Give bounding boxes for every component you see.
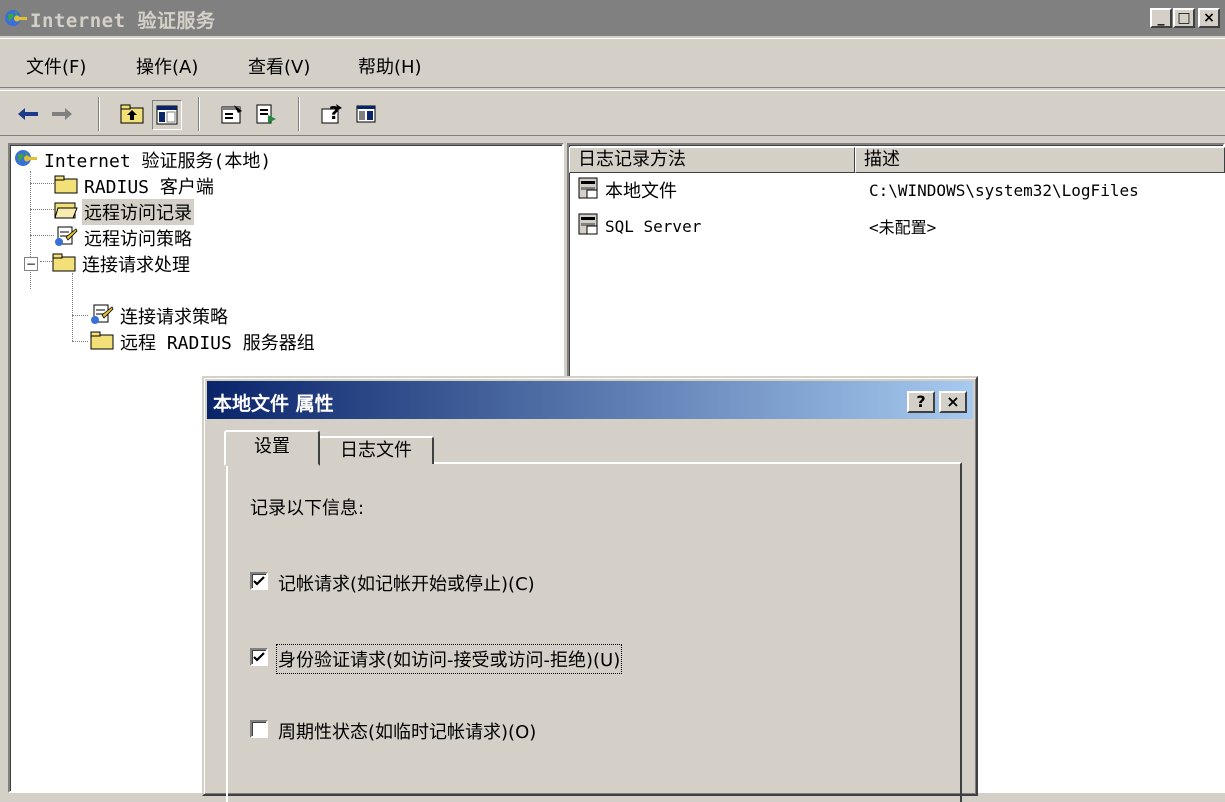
tree-item-remote-access-logging[interactable]: 远程访问记录	[54, 199, 194, 225]
tree-connector	[30, 183, 54, 185]
toolbar: ?	[0, 90, 1225, 136]
toolbar-separator	[298, 97, 300, 131]
folder-icon	[54, 174, 78, 199]
tree-item-label: 远程访问策略	[84, 229, 192, 250]
dialog-title: 本地文件 属性	[213, 393, 334, 415]
ias-globe-key-icon	[4, 7, 28, 34]
tree-item-label: 连接请求策略	[120, 307, 228, 328]
tree-connector	[72, 341, 88, 343]
tree-collapse-toggle[interactable]: −	[24, 257, 38, 271]
tree-item-label: 连接请求处理	[82, 255, 190, 276]
list-row-description: C:\WINDOWS\system32\LogFiles	[869, 180, 1139, 200]
show-hide-tree-icon[interactable]	[152, 100, 182, 130]
periodic-status-checkbox[interactable]	[250, 720, 268, 738]
policy-document-icon	[90, 303, 114, 330]
ias-globe-key-icon	[14, 147, 38, 174]
window-title: Internet 验证服务	[30, 10, 216, 32]
server-log-icon	[577, 212, 601, 241]
properties-dialog[interactable]: 本地文件 属性 ? × 设置 日志文件 记录以下信息: 记帐请求(如记帐开始或停…	[202, 376, 978, 802]
maximize-glyph: □	[1177, 10, 1191, 26]
menu-file[interactable]: 文件(F)	[26, 53, 86, 79]
tree-collapse-glyph: −	[25, 257, 37, 271]
open-folder-icon	[54, 200, 78, 225]
tree-connector	[72, 315, 88, 317]
periodic-status-label[interactable]: 周期性状态(如临时记帐请求)(O)	[278, 718, 536, 744]
tree-connector	[72, 273, 74, 341]
tree-item-label: 远程访问记录	[82, 199, 194, 225]
export-list-icon[interactable]	[252, 100, 280, 128]
tree-item-connection-request-policies[interactable]: 连接请求策略	[90, 303, 230, 329]
menu-action[interactable]: 操作(A)	[136, 53, 198, 79]
tree-item-radius-clients[interactable]: RADIUS 客户端	[54, 173, 216, 199]
column-header-label: 描述	[864, 149, 900, 170]
column-header-label: 日志记录方法	[578, 149, 686, 170]
action-pane-icon[interactable]	[352, 100, 380, 128]
accounting-requests-label[interactable]: 记帐请求(如记帐开始或停止)(C)	[278, 570, 535, 596]
dialog-help-button[interactable]: ?	[907, 391, 935, 413]
menu-view[interactable]: 查看(V)	[248, 53, 310, 79]
authentication-requests-checkbox[interactable]	[250, 648, 268, 666]
minimize-button[interactable]: _	[1150, 8, 1172, 28]
help-icon[interactable]: ?	[318, 100, 346, 128]
help-glyph: ?	[916, 392, 926, 411]
up-folder-icon[interactable]	[118, 100, 146, 128]
list-row-description: <未配置>	[869, 218, 937, 237]
tab-label: 日志文件	[340, 440, 412, 461]
tree-connector	[30, 209, 54, 211]
tree-item-label: 远程 RADIUS 服务器组	[120, 333, 315, 354]
minimize-glyph: _	[1157, 10, 1165, 26]
tree-item-remote-access-policies[interactable]: 远程访问策略	[54, 225, 194, 251]
forward-arrow-icon[interactable]	[48, 100, 76, 128]
server-log-icon	[577, 176, 601, 205]
close-button[interactable]: ×	[1198, 8, 1220, 28]
tree-item-remote-radius-server-groups[interactable]: 远程 RADIUS 服务器组	[90, 329, 317, 355]
list-row[interactable]: 本地文件	[577, 177, 677, 203]
dialog-close-button[interactable]: ×	[939, 391, 967, 413]
accounting-requests-checkbox[interactable]	[250, 572, 268, 590]
tree-item-label: RADIUS 客户端	[84, 177, 214, 198]
folder-icon	[52, 252, 76, 277]
dialog-title-bar[interactable]: 本地文件 属性 ? ×	[207, 381, 973, 419]
toolbar-separator	[98, 97, 100, 131]
toolbar-separator	[198, 97, 200, 131]
tree-root[interactable]: Internet 验证服务(本地)	[14, 147, 273, 173]
window-title-bar[interactable]: Internet 验证服务 _ □ ×	[0, 0, 1225, 36]
properties-icon[interactable]	[218, 100, 246, 128]
folder-icon	[90, 330, 114, 355]
section-label: 记录以下信息:	[250, 498, 365, 519]
close-glyph: ×	[1203, 10, 1215, 26]
maximize-button[interactable]: □	[1173, 8, 1195, 28]
policy-document-icon	[54, 225, 78, 252]
tab-log-file[interactable]: 日志文件	[318, 436, 434, 464]
menu-bar: 文件(F) 操作(A) 查看(V) 帮助(H)	[0, 38, 1225, 88]
close-glyph: ×	[946, 392, 960, 411]
tree-root-label: Internet 验证服务(本地)	[44, 151, 272, 172]
list-row[interactable]: SQL Server	[577, 213, 701, 239]
back-arrow-icon[interactable]	[14, 100, 42, 128]
list-row-name: SQL Server	[605, 216, 702, 236]
menu-help[interactable]: 帮助(H)	[358, 53, 422, 79]
column-header-description[interactable]: 描述	[855, 147, 1225, 173]
authentication-requests-label[interactable]: 身份验证请求(如访问-接受或访问-拒绝)(U)	[275, 644, 623, 674]
tab-settings[interactable]: 设置	[224, 430, 320, 466]
tree-item-connection-request-processing[interactable]: − 连接请求处理	[24, 251, 192, 277]
tab-label: 设置	[254, 436, 290, 457]
tree-connector	[30, 235, 54, 237]
list-row-name: 本地文件	[605, 181, 677, 202]
column-header-logging-method[interactable]: 日志记录方法	[569, 147, 855, 173]
